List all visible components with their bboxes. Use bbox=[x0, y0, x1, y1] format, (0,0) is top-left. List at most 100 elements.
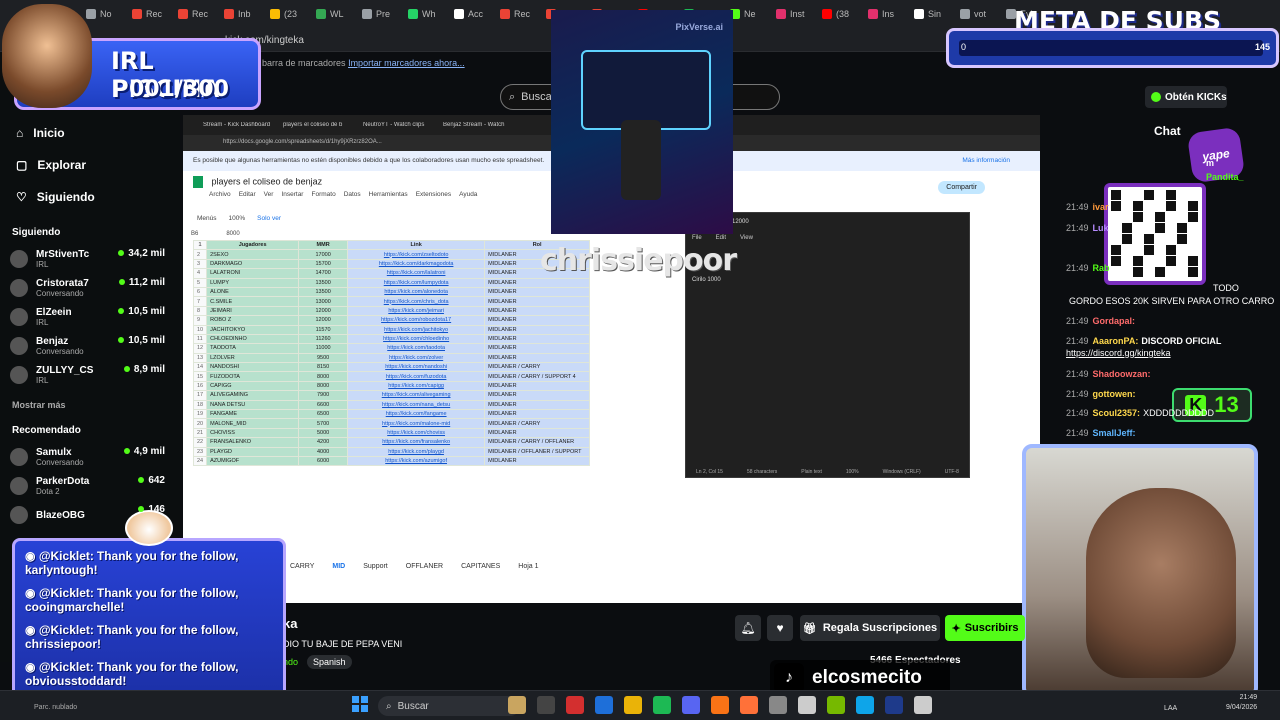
chat-username[interactable]: Shadoowzan: bbox=[1093, 369, 1151, 379]
link-cell[interactable]: https://kick.com/choviss bbox=[347, 427, 486, 439]
browser-tab[interactable]: Wh bbox=[408, 3, 452, 25]
browser-tab[interactable]: Rec bbox=[132, 3, 176, 25]
chat-message[interactable]: https://discord.gg/kingteka bbox=[1066, 348, 1171, 358]
folder-icon[interactable] bbox=[624, 696, 642, 714]
nav-home[interactable]: ⌂ Inicio bbox=[16, 126, 65, 140]
link-cell[interactable]: https://kick.com/lalatroni bbox=[347, 268, 486, 279]
chat-message[interactable]: 21:49 gottowen: bbox=[1066, 389, 1136, 399]
link-cell[interactable]: https://kick.com/alivegaming bbox=[347, 390, 486, 401]
link-cell[interactable]: https://kick.com/taodota bbox=[347, 343, 486, 354]
browser-tab[interactable]: Ins bbox=[868, 3, 912, 25]
browser-tab[interactable]: Acc bbox=[454, 3, 498, 25]
input-language[interactable]: LAA bbox=[1164, 705, 1177, 712]
link-cell[interactable]: https://kick.com/darkmagodota bbox=[347, 258, 486, 270]
chat-username[interactable]: AaaronPA: bbox=[1093, 336, 1139, 346]
more-info-link[interactable]: Más información bbox=[962, 157, 1010, 164]
channel-item[interactable]: Cristorata7 Conversando 11,2 mil bbox=[10, 274, 165, 302]
chat-message[interactable]: 21:49 Luk bbox=[1066, 223, 1109, 233]
gift-subs-button[interactable]: 🎁︎ Regala Suscripciones bbox=[800, 615, 940, 641]
chat-message[interactable]: 21:49 AaaronPA: DISCORD OFICIAL bbox=[1066, 336, 1221, 346]
spotify-icon[interactable] bbox=[653, 696, 671, 714]
chat-username[interactable]: SmallJeff: bbox=[1093, 428, 1136, 438]
header-mmr[interactable]: MMR bbox=[298, 239, 349, 251]
obs-icon[interactable] bbox=[769, 696, 787, 714]
taskbar-search[interactable]: ⌕ Buscar bbox=[378, 696, 520, 716]
browser-tab[interactable]: Pre bbox=[362, 3, 406, 25]
browser-tab[interactable]: vot bbox=[960, 3, 1004, 25]
photos-icon[interactable] bbox=[798, 696, 816, 714]
sheet-tab[interactable]: MID bbox=[332, 563, 345, 570]
browser-tab[interactable]: Sin bbox=[914, 3, 958, 25]
widget-icon[interactable] bbox=[508, 696, 526, 714]
chat-message[interactable]: 21:49 Gordapal: bbox=[1066, 316, 1135, 326]
channel-item[interactable]: BlazeOBG 146 bbox=[10, 501, 165, 529]
chat-message[interactable]: 21:49 Scoul2357: XDDDDDDDDDD bbox=[1066, 408, 1214, 418]
sheet-tab[interactable]: OFFLANER bbox=[406, 563, 443, 570]
browser-tab[interactable]: Ne bbox=[730, 3, 774, 25]
photoshop-icon[interactable] bbox=[885, 696, 903, 714]
language-tag[interactable]: Spanish bbox=[307, 655, 352, 669]
channel-item[interactable]: ZULLYY_CS IRL 8,9 mil bbox=[10, 361, 165, 389]
firefox-icon[interactable] bbox=[740, 696, 758, 714]
nvidia-icon[interactable] bbox=[827, 696, 845, 714]
channel-item[interactable]: Benjaz Conversando 10,5 mil bbox=[10, 332, 165, 360]
chat-message[interactable]: 21:49 Rab bbox=[1066, 263, 1110, 273]
sheet-menu-item[interactable]: Datos bbox=[344, 191, 361, 198]
sheet-tab[interactable]: Hoja 1 bbox=[518, 563, 538, 570]
sheet-menu-item[interactable]: Archivo bbox=[209, 191, 231, 198]
sheet-tab[interactable]: CARRY bbox=[290, 563, 314, 570]
link-cell[interactable]: https://kick.com/zseltodoto bbox=[347, 249, 486, 260]
sheet-browser-tab[interactable]: Stream - Kick Dashboard bbox=[203, 122, 275, 128]
link-cell[interactable]: https://kick.com/alonedota bbox=[347, 286, 486, 298]
link-cell[interactable]: https://kick.com/nandoshi bbox=[347, 362, 486, 373]
browser-tab[interactable]: WL bbox=[316, 3, 360, 25]
chat-message[interactable]: TODO bbox=[1210, 283, 1239, 293]
chat-message[interactable]: Pandita_ bbox=[1206, 172, 1244, 182]
notepad-menu-file[interactable]: File bbox=[692, 235, 702, 241]
browser-tab[interactable]: No bbox=[86, 3, 130, 25]
nav-explore[interactable]: ▢ Explorar bbox=[16, 158, 86, 172]
chat-username[interactable]: Scoul2357: bbox=[1093, 408, 1141, 418]
chat-message[interactable]: 21:49 ivar bbox=[1066, 202, 1109, 212]
link-cell[interactable]: https://kick.com/azumigof bbox=[347, 455, 486, 467]
zoom-icon[interactable] bbox=[595, 696, 613, 714]
brave-icon[interactable] bbox=[711, 696, 729, 714]
notepad-menu-view[interactable]: View bbox=[740, 235, 753, 241]
show-more-link[interactable]: Mostrar más bbox=[12, 400, 66, 410]
channel-item[interactable]: ParkerDota Dota 2 642 bbox=[10, 472, 165, 500]
calculator-icon[interactable] bbox=[914, 696, 932, 714]
header-link[interactable]: Link bbox=[347, 239, 486, 251]
sheet-menu-item[interactable]: Ayuda bbox=[459, 191, 477, 198]
menus-button[interactable]: Menús bbox=[197, 215, 217, 227]
wps-icon[interactable] bbox=[566, 696, 584, 714]
heart-follow-icon[interactable]: ♥ bbox=[767, 615, 793, 641]
chat-username[interactable]: Rab bbox=[1093, 263, 1110, 273]
sheet-menu-item[interactable]: Ver bbox=[264, 191, 274, 198]
get-kicks-button[interactable]: Obtén KICKs bbox=[1145, 86, 1227, 108]
sheet-tab[interactable]: CAPITANES bbox=[461, 563, 500, 570]
import-bookmarks-link[interactable]: Importar marcadores ahora... bbox=[348, 58, 465, 68]
channel-item[interactable]: MrStivenTc IRL 34,2 mil bbox=[10, 245, 165, 273]
channel-item[interactable]: ElZeein IRL 10,5 mil bbox=[10, 303, 165, 331]
sheet-browser-tab[interactable]: Benjaz Stream - Watch bbox=[443, 122, 515, 128]
header-jugadores[interactable]: Jugadores bbox=[206, 239, 300, 251]
browser-tab[interactable]: Rec bbox=[178, 3, 222, 25]
link-cell[interactable]: https://kick.com/zolver bbox=[347, 352, 486, 364]
browser-tab[interactable]: Inb bbox=[224, 3, 268, 25]
bell-icon[interactable]: 🔔︎ bbox=[735, 615, 761, 641]
sheet-browser-tab[interactable]: NeutroYT - Watch clips bbox=[363, 122, 435, 128]
link-cell[interactable]: https://kick.com/robozdota17 bbox=[347, 315, 486, 326]
sheet-menu-item[interactable]: Insertar bbox=[281, 191, 303, 198]
chat-username[interactable]: m bbox=[1206, 158, 1214, 168]
nav-following[interactable]: ♡ Siguiendo bbox=[16, 190, 95, 204]
chat-username[interactable]: Gordapal: bbox=[1093, 316, 1136, 326]
link-cell[interactable]: https://kick.com/chloedinho bbox=[347, 333, 486, 345]
sheet-menu-item[interactable]: Herramientas bbox=[369, 191, 408, 198]
link-cell[interactable]: https://kick.com/fransalenko bbox=[347, 437, 486, 448]
chat-username[interactable]: Luk bbox=[1093, 223, 1109, 233]
link-cell[interactable]: https://kick.com/nana_detsu bbox=[347, 399, 486, 411]
link-cell[interactable]: https://kick.com/jeimari bbox=[347, 305, 486, 317]
chat-username[interactable]: Pandita_ bbox=[1206, 172, 1244, 182]
link-cell[interactable]: https://kick.com/playgd bbox=[347, 446, 486, 458]
sheet-menu-item[interactable]: Formato bbox=[311, 191, 335, 198]
